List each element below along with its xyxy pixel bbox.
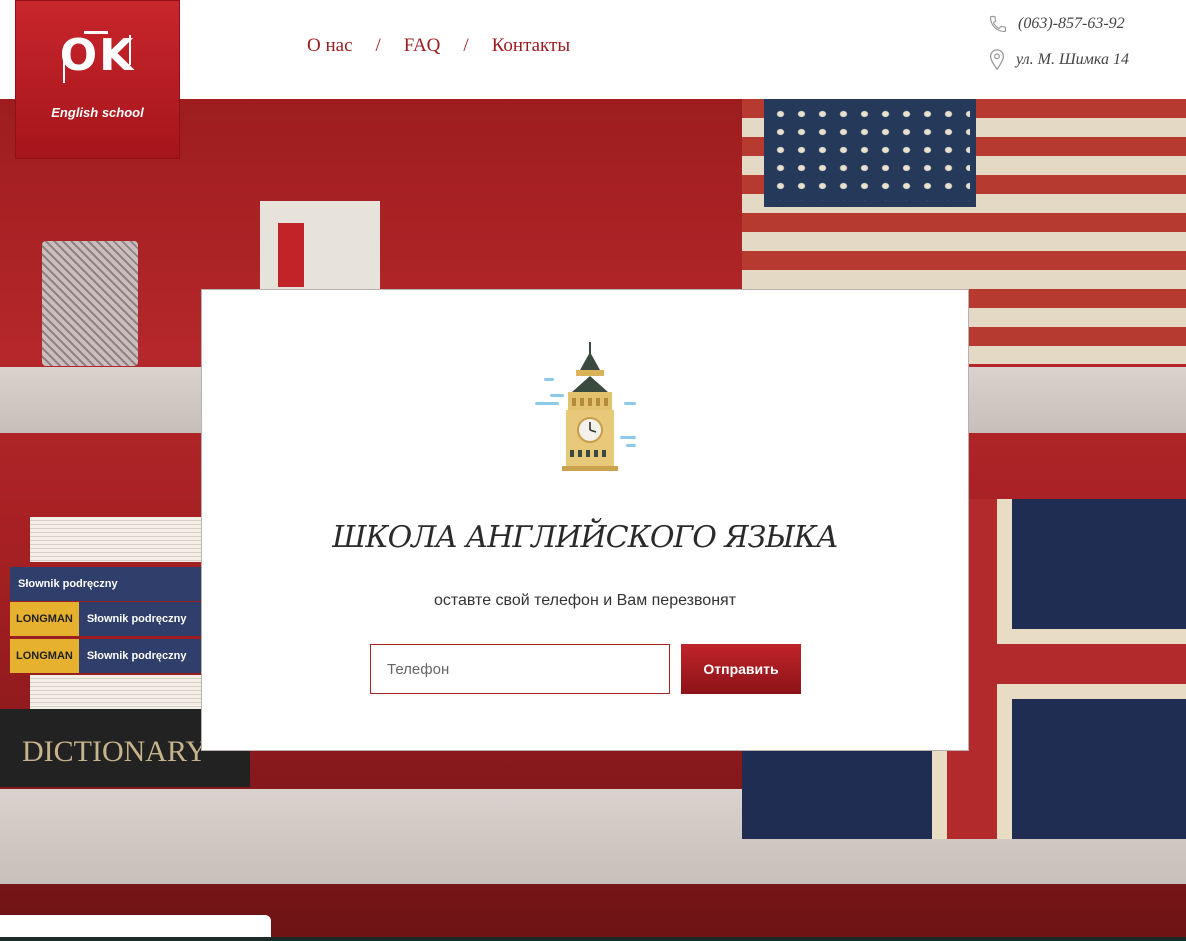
nav-link-about[interactable]: О нас (307, 35, 353, 57)
nav-separator: / (375, 35, 381, 56)
logo-mark: OK (16, 30, 179, 83)
book-spine: LONGMAN Słownik podręczny (10, 639, 210, 673)
logo-bar-left (63, 49, 65, 83)
bottom-strip (0, 937, 1186, 941)
header-phone[interactable]: (063)-857-63-92 (988, 14, 1125, 34)
main-nav: О нас / FAQ / Контакты (307, 35, 570, 57)
logo-mark-text: OK (59, 30, 136, 81)
header-address: ул. М. Шимка 14 (988, 49, 1129, 71)
location-pin-icon (989, 49, 1005, 71)
callback-subtitle: оставте свой телефон и Вам перезвонят (433, 592, 737, 609)
nav-separator: / (463, 35, 469, 56)
nav-link-contacts[interactable]: Контакты (492, 35, 570, 57)
book-publisher: LONGMAN (10, 639, 79, 673)
logo[interactable]: OK English school (15, 0, 180, 159)
callback-card: ШКОЛА АНГЛИЙСКОГО ЯЗЫКА оставте свой тел… (201, 289, 969, 751)
pencil-cup-image (42, 241, 138, 366)
book-spine: LONGMAN Słownik podręczny (10, 602, 210, 636)
book-spine: Słownik podręczny (10, 567, 210, 601)
logo-subtitle: English school (51, 105, 144, 120)
flag-stars (770, 105, 970, 201)
logo-overline (84, 31, 108, 34)
london-postcard-image (260, 201, 380, 289)
flag-canton (764, 99, 976, 207)
logo-bar-right (129, 35, 131, 65)
address-text: ул. М. Шимка 14 (1016, 51, 1129, 68)
big-ben-icon (535, 342, 636, 471)
book-spine-title: Słownik podręczny (10, 567, 210, 601)
book-spine-title: Słownik podręczny (78, 639, 210, 673)
phone-number[interactable]: (063)-857-63-92 (1018, 15, 1125, 33)
book-publisher: LONGMAN (10, 602, 79, 636)
phone-booth-image (278, 223, 304, 287)
submit-button[interactable]: Отправить (681, 644, 801, 694)
nav-link-faq[interactable]: FAQ (404, 35, 441, 57)
phone-input[interactable] (370, 644, 670, 694)
phone-icon (989, 15, 1007, 33)
book-pages (30, 517, 205, 562)
book-spine-title: Słownik podręczny (78, 602, 210, 636)
page-title: ШКОЛА АНГЛИЙСКОГО ЯЗЫКА (332, 520, 839, 555)
